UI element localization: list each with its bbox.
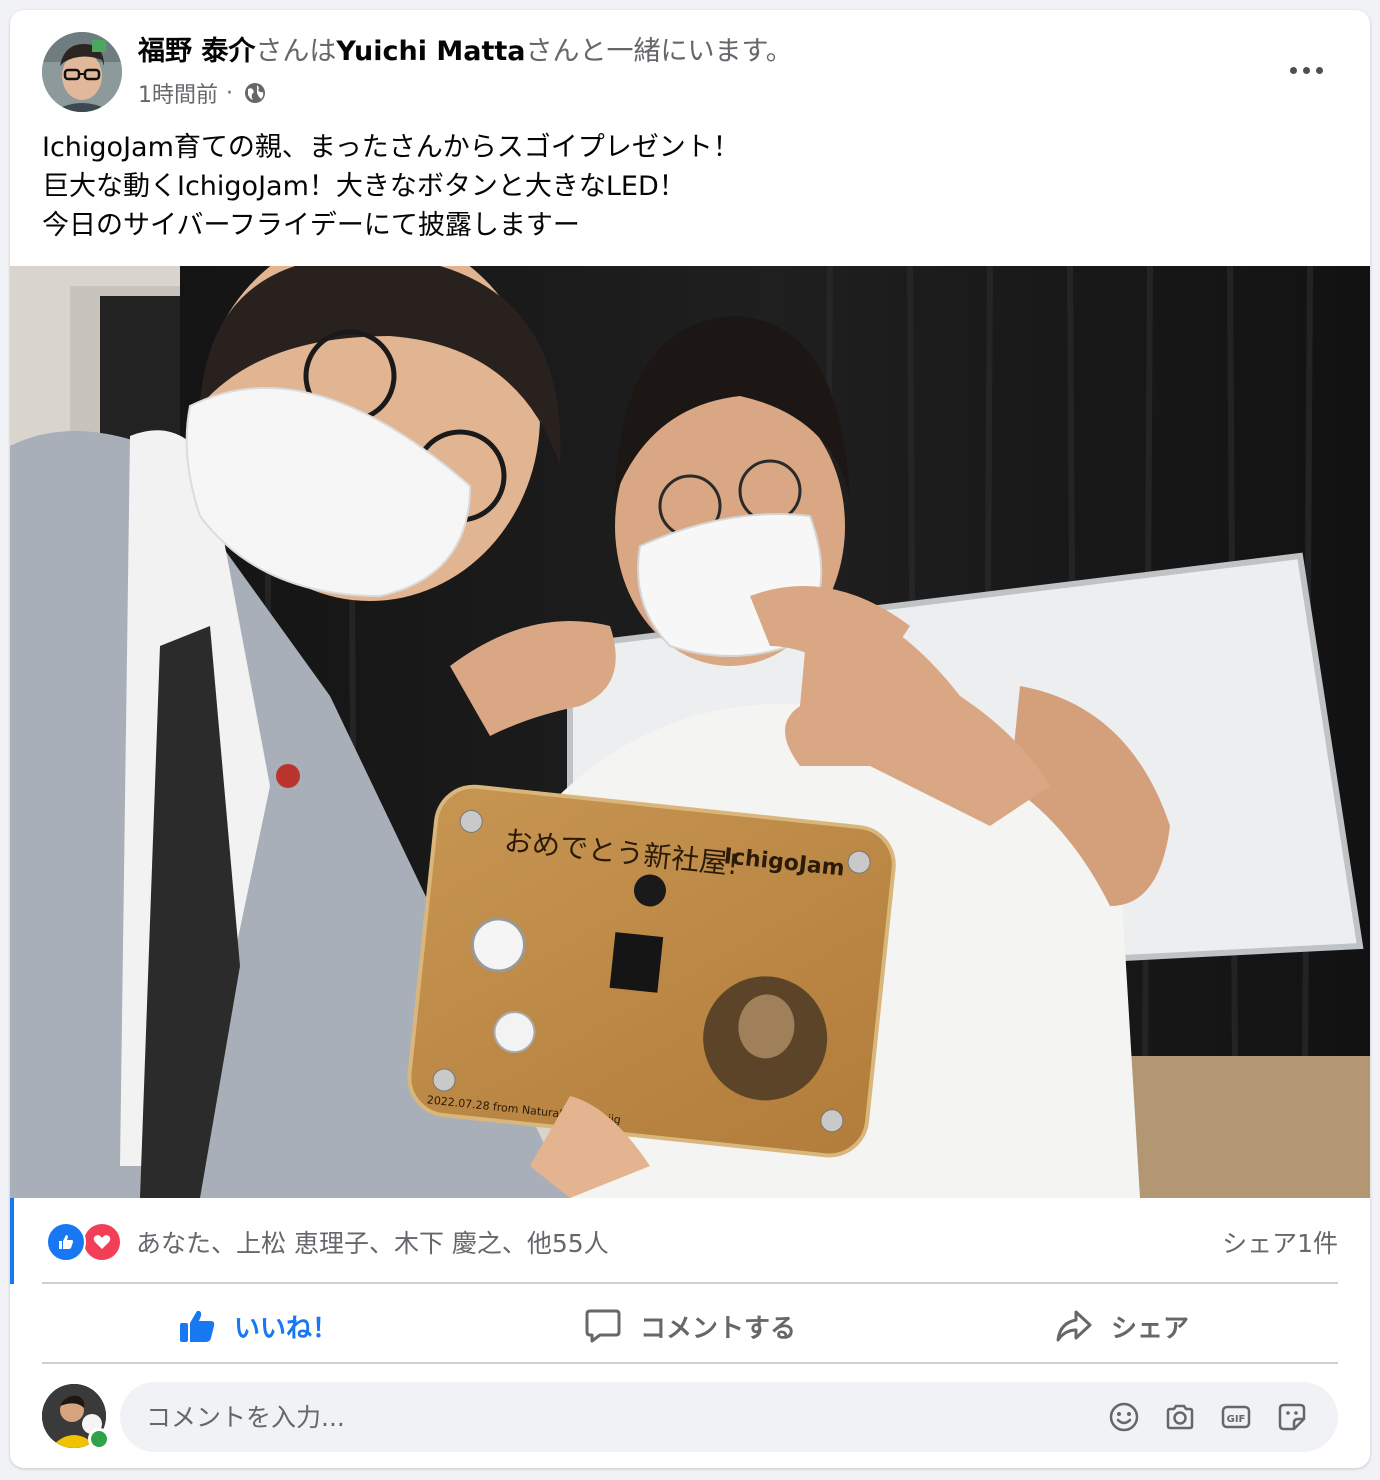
tagged-user[interactable]: Yuichi Matta [336, 36, 525, 67]
thumbs-up-icon [179, 1310, 215, 1342]
online-status-indicator [88, 1428, 110, 1450]
reaction-names[interactable]: あなた、上松 恵理子、木下 慶之、他55人 [136, 1224, 609, 1260]
emoji-icon[interactable] [1096, 1389, 1152, 1445]
author-name[interactable]: 福野 泰介 [138, 36, 255, 67]
globe-icon[interactable] [243, 81, 267, 105]
dot-icon [1315, 66, 1323, 74]
gif-icon[interactable]: GIF [1208, 1389, 1264, 1445]
post-card: 福野 泰介さんはYuichi Mattaさんと一緒にいます。 1時間前 · Ic… [10, 10, 1370, 1468]
post-timestamp[interactable]: 1時間前 [138, 77, 218, 109]
comment-tools: GIF [1096, 1382, 1320, 1452]
dot-icon [1302, 66, 1310, 74]
sticker-icon[interactable] [1264, 1389, 1320, 1445]
comment-button[interactable]: コメントする [474, 1286, 906, 1366]
with-connector: さんは [255, 36, 337, 67]
more-options-button[interactable] [1280, 50, 1332, 90]
with-suffix: さんと一緒にいます。 [525, 36, 793, 67]
post-photo[interactable]: おめでとう新社屋! IchigoJam 2022.07.28 from Natu… [10, 266, 1370, 1198]
share-button[interactable]: シェア [906, 1286, 1338, 1366]
like-icon [46, 1222, 86, 1262]
like-label: いいね！ [233, 1313, 338, 1344]
post-meta: 1時間前 · [138, 76, 267, 110]
dot-icon [1289, 66, 1297, 74]
focus-accent [10, 1198, 14, 1284]
share-count[interactable]: シェア1件 [1222, 1224, 1338, 1260]
post-text-line: 巨大な動くIchigoJam！大きなボタンと大きなLED！ [42, 171, 686, 202]
divider [42, 1282, 1338, 1284]
camera-icon[interactable] [1152, 1389, 1208, 1445]
comment-composer: GIF [120, 1382, 1338, 1452]
svg-text:GIF: GIF [1227, 1414, 1246, 1425]
author-avatar-image [42, 32, 122, 112]
love-icon [82, 1222, 122, 1262]
comment-input[interactable] [144, 1401, 1048, 1433]
reaction-icons[interactable] [46, 1222, 122, 1262]
post-actions: いいね！ コメントする シェア [42, 1286, 1338, 1366]
share-label: シェア [1110, 1313, 1189, 1344]
current-user-avatar[interactable] [42, 1384, 110, 1450]
meta-separator: · [226, 80, 233, 106]
post-text-line: 今日のサイバーフライデーにて披露しますー [42, 210, 580, 241]
share-icon [1056, 1310, 1092, 1342]
post-text-line: IchigoJam育ての親、まったさんからスゴイプレゼント！ [42, 132, 740, 163]
post-text: IchigoJam育ての親、まったさんからスゴイプレゼント！ 巨大な動くIchi… [42, 128, 740, 245]
photo-illustration: おめでとう新社屋! IchigoJam 2022.07.28 from Natu… [10, 266, 1370, 1198]
comment-icon [585, 1309, 621, 1343]
like-button[interactable]: いいね！ [42, 1286, 474, 1366]
divider [42, 1362, 1338, 1364]
reactions-bar: あなた、上松 恵理子、木下 慶之、他55人 シェア1件 [10, 1198, 1370, 1284]
post-header: 福野 泰介さんはYuichi Mattaさんと一緒にいます。 [138, 32, 793, 72]
author-avatar[interactable] [42, 32, 122, 112]
comment-label: コメントする [639, 1313, 796, 1344]
